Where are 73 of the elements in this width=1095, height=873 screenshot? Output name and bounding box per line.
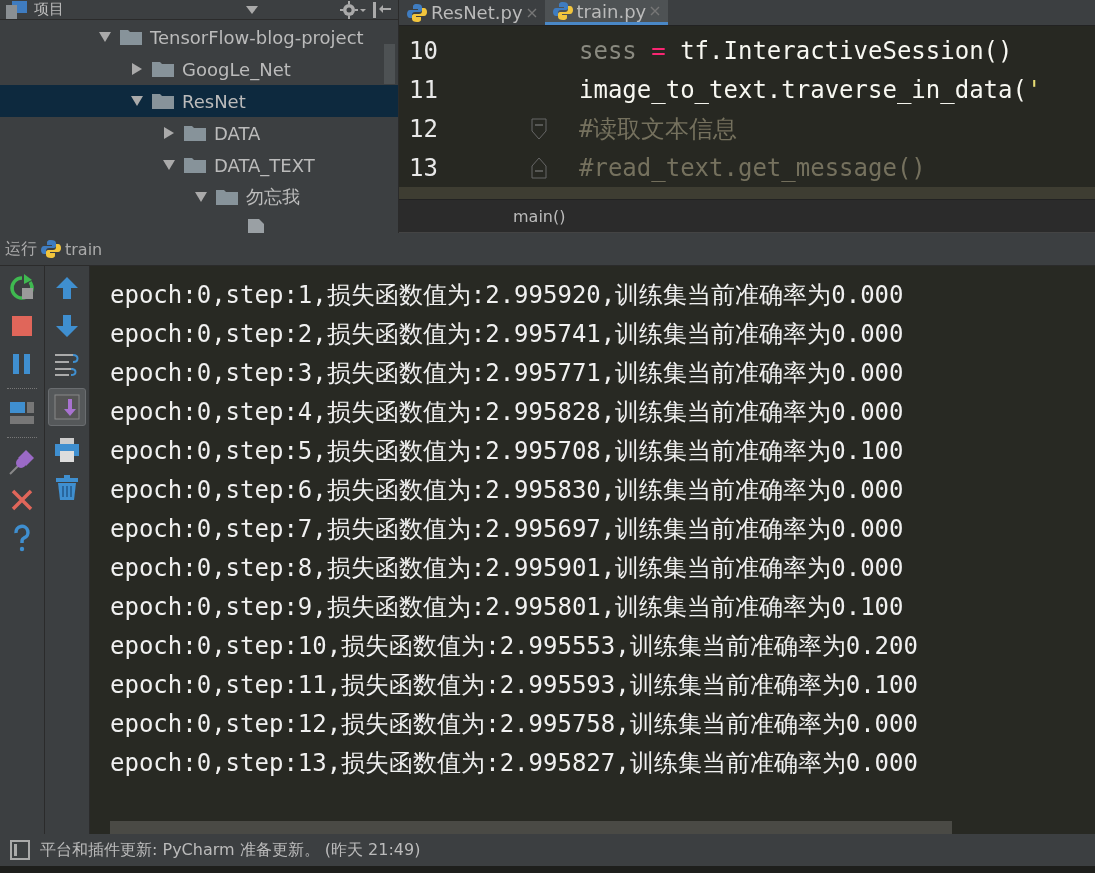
console-line: epoch:0,step:12,损失函数值为:2.995758,训练集当前准确率为0.000	[110, 709, 919, 740]
run-config-name[interactable]: train	[65, 239, 103, 259]
layout-icon[interactable]	[8, 399, 36, 427]
breadcrumb[interactable]: main()	[513, 206, 566, 226]
panel-toggle-icon[interactable]	[10, 840, 30, 860]
scroll-to-end-button[interactable]	[48, 388, 86, 426]
folder-name: 勿忘我	[246, 185, 300, 209]
scrollbar[interactable]	[110, 821, 952, 834]
code-line: #read_text.get_message()	[579, 153, 926, 182]
folder-icon	[152, 61, 174, 77]
dropdown-caret-icon[interactable]	[246, 5, 258, 14]
console-line: epoch:0,step:8,损失函数值为:2.995901,训练集当前准确率为0.000	[110, 553, 905, 584]
print-icon[interactable]	[53, 436, 81, 464]
python-file-icon	[407, 2, 427, 23]
console-line: epoch:0,step:13,损失函数值为:2.995827,训练集当前准确率为0.000	[110, 748, 919, 779]
expand-triangle-icon[interactable]	[162, 126, 176, 140]
hide-panel-icon[interactable]	[372, 0, 392, 19]
console-line: epoch:0,step:11,损失函数值为:2.995593,训练集当前准确率为0.100	[110, 670, 919, 701]
file-tab[interactable]: train.py	[544, 0, 669, 25]
folder-name: DATA_TEXT	[214, 154, 315, 176]
close-icon[interactable]	[650, 6, 661, 16]
code-line: sess = tf.InteractiveSession()	[579, 36, 1013, 65]
collapse-triangle-icon[interactable]	[98, 30, 112, 44]
trash-icon[interactable]	[53, 474, 81, 502]
collapse-triangle-icon[interactable]	[162, 158, 176, 172]
panel-title: 运行	[5, 238, 37, 260]
panel-title: 项目	[34, 0, 64, 19]
file-tab[interactable]: ResNet.py	[399, 0, 545, 25]
collapse-triangle-icon[interactable]	[194, 190, 208, 204]
status-message: 平台和插件更新: PyCharm 准备更新。 (昨天 21:49)	[40, 839, 421, 861]
expand-triangle-icon[interactable]	[130, 62, 144, 76]
tree-item[interactable]: DATA_TEXT	[0, 149, 398, 181]
console-line: epoch:0,step:6,损失函数值为:2.995830,训练集当前准确率为0.000	[110, 475, 905, 506]
console-line: epoch:0,step:1,损失函数值为:2.995920,训练集当前准确率为0.000	[110, 280, 905, 311]
line-number: 12	[408, 114, 439, 143]
folder-icon	[184, 157, 206, 173]
folder-name: DATA	[214, 122, 261, 144]
console-line: epoch:0,step:2,损失函数值为:2.995741,训练集当前准确率为0.000	[110, 319, 905, 350]
console-line: epoch:0,step:9,损失函数值为:2.995801,训练集当前准确率为0.100	[110, 592, 905, 623]
python-file-icon	[552, 1, 573, 21]
code-line: #读取文本信息	[579, 113, 738, 145]
scroll-to-end-icon	[53, 393, 81, 421]
settings-icon[interactable]	[340, 0, 366, 19]
console-line: epoch:0,step:7,损失函数值为:2.995697,训练集当前准确率为0.000	[110, 514, 905, 545]
scrollbar[interactable]	[384, 44, 395, 84]
console-line: epoch:0,step:4,损失函数值为:2.995828,训练集当前准确率为0.000	[110, 397, 905, 428]
close-icon[interactable]	[526, 7, 537, 18]
python-icon	[41, 239, 61, 259]
fold-marker-icon[interactable]	[531, 117, 547, 140]
folder-icon	[184, 125, 206, 141]
project-view-icon	[6, 0, 28, 19]
folder-name: ResNet	[182, 90, 246, 112]
folder-icon	[216, 189, 238, 205]
folder-icon	[152, 93, 174, 109]
folder-icon	[120, 29, 142, 45]
folder-name: GoogLe_Net	[182, 58, 291, 80]
console-line: epoch:0,step:3,损失函数值为:2.995771,训练集当前准确率为0.000	[110, 358, 905, 389]
code-line: image_to_text.traverse_in_data('	[579, 75, 1042, 104]
tree-item[interactable]: DATA	[0, 117, 398, 149]
console-line: epoch:0,step:10,损失函数值为:2.995553,训练集当前准确率为0.200	[110, 631, 919, 662]
collapse-triangle-icon[interactable]	[130, 94, 144, 108]
rerun-icon[interactable]	[8, 274, 36, 302]
line-number: 13	[408, 153, 439, 182]
pin-icon[interactable]	[8, 448, 36, 476]
fold-marker-icon[interactable]	[531, 156, 547, 179]
tree-item[interactable]: GoogLe_Net	[0, 53, 398, 85]
tree-item[interactable]: TensorFlow-blog-project	[0, 21, 398, 53]
tree-item[interactable]: ResNet	[0, 85, 398, 117]
line-number: 11	[408, 75, 439, 104]
line-number: 10	[408, 36, 439, 65]
console-line: epoch:0,step:5,损失函数值为:2.995708,训练集当前准确率为0.100	[110, 436, 905, 467]
tree-item[interactable]: 勿忘我	[0, 181, 398, 213]
folder-name: TensorFlow-blog-project	[150, 26, 364, 48]
